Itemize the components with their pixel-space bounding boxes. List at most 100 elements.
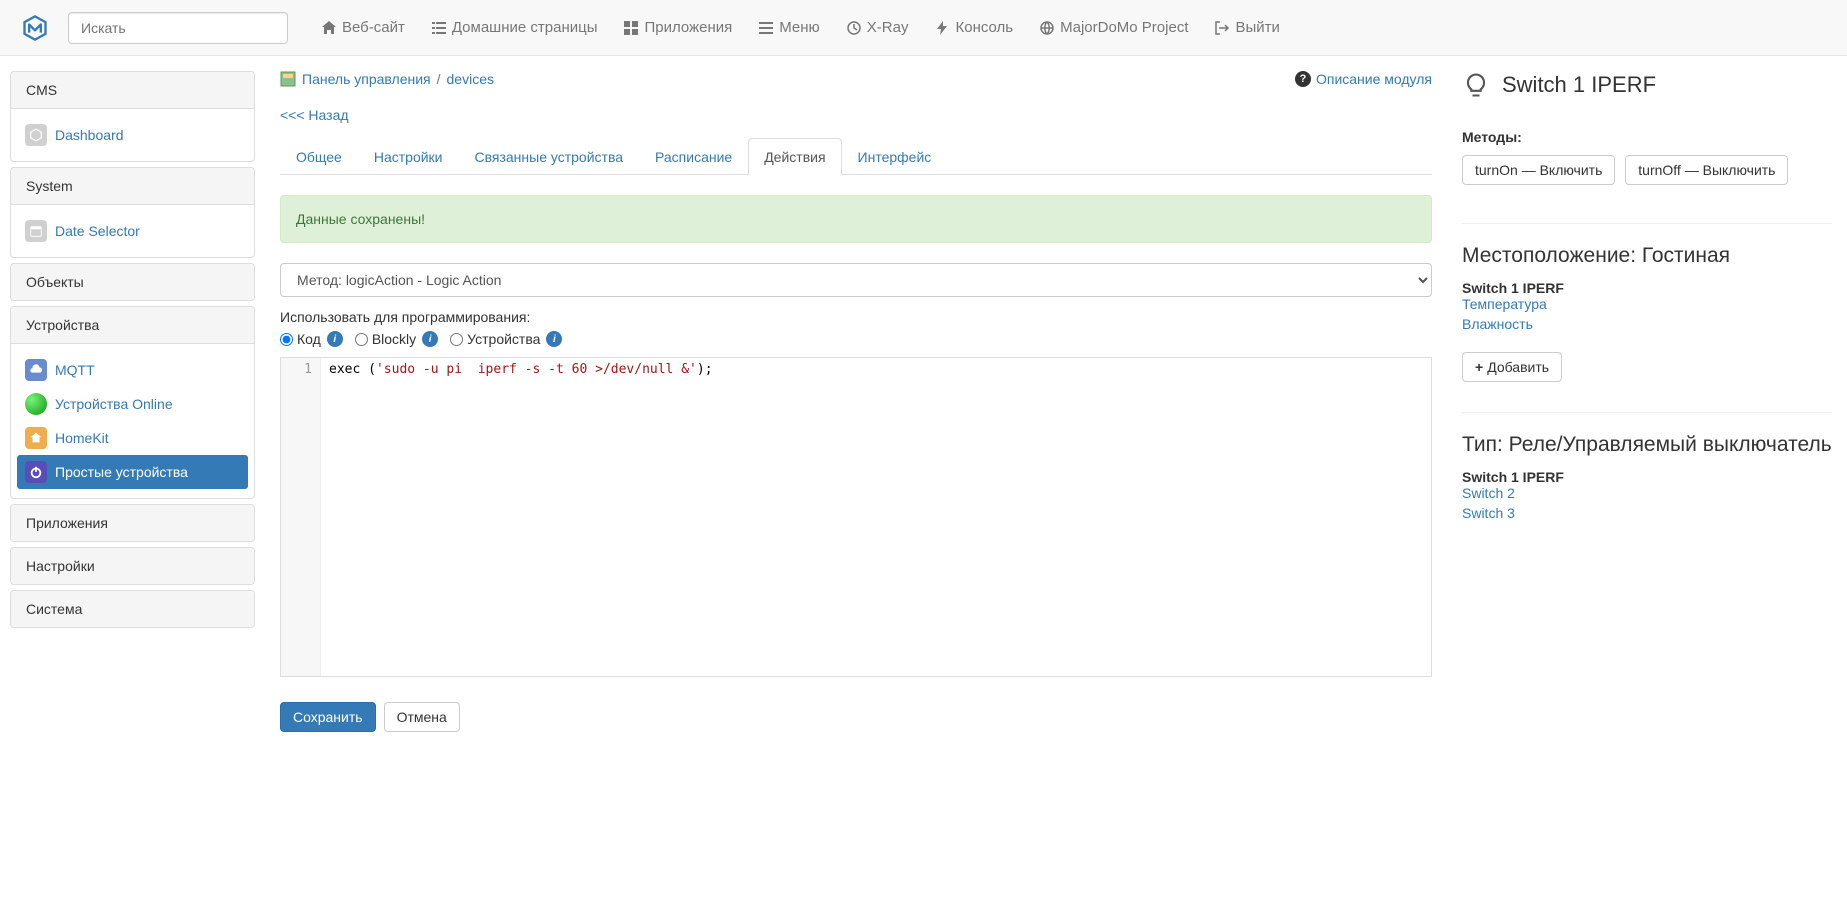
radio-devices-label[interactable]: Устройства (450, 331, 540, 347)
info-icon[interactable]: i (422, 331, 438, 347)
sidebar-heading-devices[interactable]: Устройства (11, 307, 254, 344)
alert-saved: Данные сохранены! (280, 195, 1432, 243)
separator (1462, 223, 1832, 224)
dashboard-icon (25, 124, 47, 146)
tab-actions[interactable]: Действия (748, 138, 841, 175)
code-line-1: exec ('sudo -u pi iperf -s -t 60 >/dev/n… (321, 358, 721, 676)
nav-console[interactable]: Консоль (921, 4, 1026, 51)
sidebar: CMS Dashboard System Date Selector Объек… (0, 71, 265, 732)
nav-label: MajorDoMo Project (1060, 19, 1188, 36)
cancel-button[interactable]: Отмена (384, 702, 460, 732)
breadcrumb-devices[interactable]: devices (447, 71, 494, 87)
sidebar-heading-system[interactable]: System (11, 168, 254, 205)
radio-blockly[interactable] (355, 333, 368, 346)
type-link-switch3[interactable]: Switch 3 (1462, 505, 1832, 521)
nav-apps[interactable]: Приложения (610, 4, 745, 51)
radio-label: Код (297, 331, 321, 347)
tab-interface[interactable]: Интерфейс (842, 138, 948, 175)
code-editor[interactable]: 1 exec ('sudo -u pi iperf -s -t 60 >/dev… (280, 357, 1432, 677)
module-help-link[interactable]: ? Описание модуля (1295, 71, 1432, 87)
nav-homepages[interactable]: Домашние страницы (418, 4, 611, 51)
nav-label: Приложения (644, 19, 732, 36)
nav-logout[interactable]: Выйти (1201, 4, 1292, 51)
back-link[interactable]: <<< Назад (280, 107, 349, 123)
code-gutter: 1 (281, 358, 321, 676)
bolt-icon (934, 20, 950, 36)
method-turn-off-button[interactable]: turnOff — Выключить (1625, 155, 1788, 185)
sidebar-item-dashboard[interactable]: Dashboard (17, 118, 248, 152)
type-section: Тип: Реле/Управляемый выключатель Switch… (1462, 433, 1832, 521)
programming-mode-radios: Кодi Blocklyi Устройстваi (280, 331, 1432, 347)
nav-label: Домашние страницы (452, 19, 598, 36)
sidebar-item-label: HomeKit (55, 430, 109, 446)
device-title: Switch 1 IPERF (1502, 72, 1656, 98)
breadcrumb-panel[interactable]: Панель управления (302, 71, 431, 87)
tab-linked[interactable]: Связанные устройства (459, 138, 640, 175)
radio-blockly-label[interactable]: Blockly (355, 331, 416, 347)
save-button[interactable]: Сохранить (280, 702, 376, 732)
tab-schedule[interactable]: Расписание (639, 138, 748, 175)
methods-label: Методы: (1462, 129, 1832, 145)
sidebar-heading-settings[interactable]: Настройки (11, 548, 254, 584)
radio-label: Устройства (467, 331, 540, 347)
search-input[interactable] (68, 12, 288, 44)
sidebar-group-cms: CMS Dashboard (10, 71, 255, 162)
sidebar-group-devices: Устройства MQTT Устройства Online HomeKi… (10, 306, 255, 499)
add-device-button[interactable]: +Добавить (1462, 352, 1562, 382)
breadcrumb: Панель управления / devices (280, 71, 494, 87)
sidebar-item-mqtt[interactable]: MQTT (17, 353, 248, 387)
device-title-row: Switch 1 IPERF (1462, 71, 1832, 99)
methods-section: Методы: turnOn — Включить turnOff — Выкл… (1462, 129, 1832, 193)
globe-icon (1039, 20, 1055, 36)
sidebar-group-system2: Система (10, 590, 255, 628)
nav-xray[interactable]: X-Ray (833, 4, 922, 51)
sidebar-item-online[interactable]: Устройства Online (17, 387, 248, 421)
nav-label: Веб-сайт (342, 19, 405, 36)
list-icon (431, 20, 447, 36)
code-token-paren: ); (697, 362, 713, 377)
radio-code[interactable] (280, 333, 293, 346)
radio-devices[interactable] (450, 333, 463, 346)
location-link-temperature[interactable]: Температура (1462, 296, 1832, 312)
nav-website[interactable]: Веб-сайт (308, 4, 418, 51)
radio-label: Blockly (372, 331, 416, 347)
sidebar-heading-apps[interactable]: Приложения (11, 505, 254, 541)
app-logo[interactable] (10, 14, 60, 42)
sidebar-heading-cms[interactable]: CMS (11, 72, 254, 109)
tab-settings[interactable]: Настройки (358, 138, 459, 175)
sidebar-item-simple-devices[interactable]: Простые устройства (17, 455, 248, 489)
sidebar-item-date-selector[interactable]: Date Selector (17, 214, 248, 248)
method-turn-on-button[interactable]: turnOn — Включить (1462, 155, 1615, 185)
bulb-icon (1462, 71, 1490, 99)
power-icon (25, 461, 47, 483)
nav-project[interactable]: MajorDoMo Project (1026, 4, 1201, 51)
tab-general[interactable]: Общее (280, 138, 358, 175)
location-current-device: Switch 1 IPERF (1462, 280, 1564, 296)
form-buttons: Сохранить Отмена (280, 702, 1432, 732)
info-icon[interactable]: i (327, 331, 343, 347)
sidebar-group-objects: Объекты (10, 263, 255, 301)
top-navbar: Веб-сайт Домашние страницы Приложения Ме… (0, 0, 1847, 56)
sidebar-group-apps: Приложения (10, 504, 255, 542)
info-icon[interactable]: i (546, 331, 562, 347)
nav-menu[interactable]: Меню (745, 4, 833, 51)
nav-label: Консоль (955, 19, 1013, 36)
sidebar-item-label: Устройства Online (55, 396, 173, 412)
nav-label: Меню (779, 19, 820, 36)
sidebar-heading-objects[interactable]: Объекты (11, 264, 254, 300)
add-button-label: Добавить (1487, 359, 1549, 375)
method-select[interactable]: Метод: logicAction - Logic Action (280, 263, 1432, 297)
sidebar-item-homekit[interactable]: HomeKit (17, 421, 248, 455)
radio-code-label[interactable]: Код (280, 331, 321, 347)
code-token-string: 'sudo -u pi iperf -s -t 60 >/dev/null &' (376, 362, 697, 377)
location-link-humidity[interactable]: Влажность (1462, 316, 1832, 332)
location-section: Местоположение: Гостиная Switch 1 IPERF … (1462, 244, 1832, 382)
type-link-switch2[interactable]: Switch 2 (1462, 485, 1832, 501)
calendar-icon (25, 220, 47, 242)
sidebar-heading-system2[interactable]: Система (11, 591, 254, 627)
sidebar-item-label: MQTT (55, 362, 95, 378)
grid-icon (623, 20, 639, 36)
tabs: Общее Настройки Связанные устройства Рас… (280, 138, 1432, 175)
sidebar-group-system: System Date Selector (10, 167, 255, 258)
menu-icon (758, 20, 774, 36)
